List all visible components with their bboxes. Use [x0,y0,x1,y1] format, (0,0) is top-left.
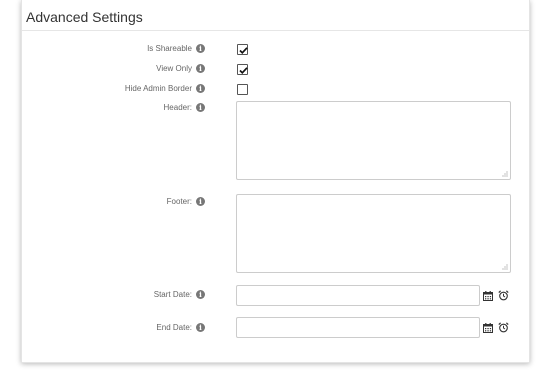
footer-label: Footer: [166,197,192,206]
info-icon[interactable]: i [196,323,205,332]
start-date-label-row: Start Date: i [154,290,205,299]
checkmark-icon [239,47,248,55]
view-only-label: View Only [156,64,192,73]
info-icon[interactable]: i [196,197,205,206]
hide-admin-border-checkbox[interactable] [237,84,248,95]
end-date-input[interactable] [236,317,480,338]
footer-textarea[interactable] [236,194,511,273]
start-date-input[interactable] [236,285,480,306]
resize-grip-icon[interactable] [502,264,508,270]
alarm-clock-icon[interactable] [498,322,509,333]
resize-grip-icon[interactable] [502,171,508,177]
info-icon[interactable]: i [196,290,205,299]
view-only-checkbox[interactable] [237,64,248,75]
info-icon[interactable]: i [196,64,205,73]
end-date-label: End Date: [156,323,192,332]
hide-admin-border-label-row: Hide Admin Border i [125,84,205,93]
info-icon[interactable]: i [196,103,205,112]
view-only-label-row: View Only i [156,64,205,73]
header-textarea[interactable] [236,101,511,180]
is-shareable-label: Is Shareable [147,44,192,53]
hide-admin-border-label: Hide Admin Border [124,84,192,93]
calendar-icon[interactable] [483,323,493,333]
is-shareable-label-row: Is Shareable i [147,44,205,53]
start-date-label: Start Date: [153,290,192,299]
info-icon[interactable]: i [196,44,205,53]
advanced-settings-panel: Advanced Settings Is Shareable i View On… [21,0,530,363]
info-icon[interactable]: i [196,84,205,93]
is-shareable-checkbox[interactable] [237,44,248,55]
footer-label-row: Footer: i [167,197,205,206]
panel-header: Advanced Settings [22,0,529,31]
calendar-icon[interactable] [483,291,493,301]
header-label: Header: [163,103,192,112]
alarm-clock-icon[interactable] [498,290,509,301]
end-date-label-row: End Date: i [156,323,205,332]
checkmark-icon [239,67,248,75]
header-label-row: Header: i [164,103,205,112]
panel-title: Advanced Settings [26,9,143,25]
